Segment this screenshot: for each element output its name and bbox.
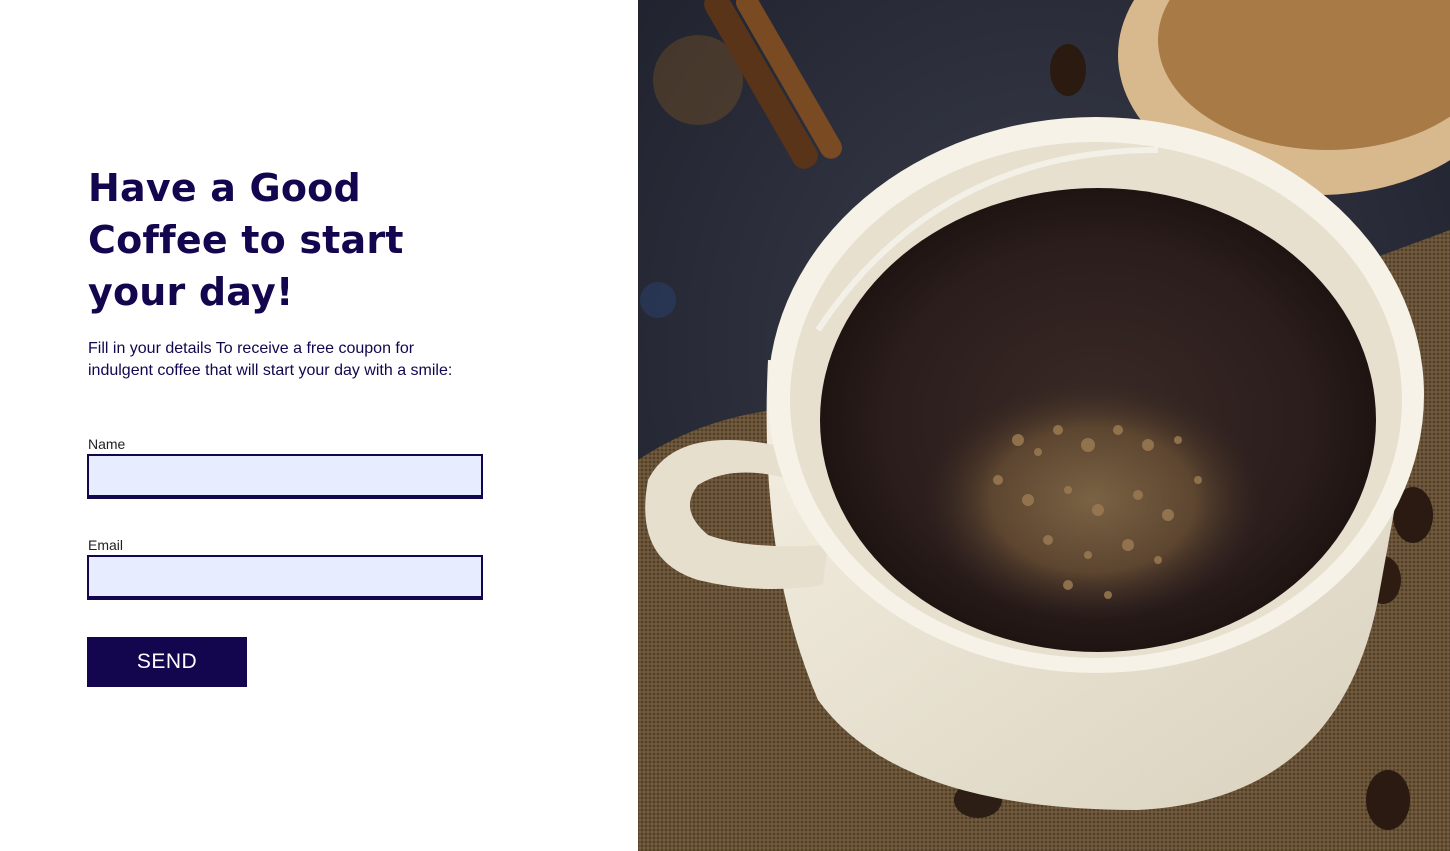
signup-panel: Have a Good Coffee to start your day! Fi… xyxy=(0,0,638,851)
page: Have a Good Coffee to start your day! Fi… xyxy=(0,0,1450,851)
page-title: Have a Good Coffee to start your day! xyxy=(88,166,404,314)
name-field[interactable] xyxy=(87,454,483,499)
page-subtitle: Fill in your details To receive a free c… xyxy=(88,340,453,379)
send-button[interactable]: SEND xyxy=(87,637,247,687)
email-label[interactable]: Email xyxy=(88,537,123,553)
email-field[interactable] xyxy=(87,555,483,600)
coffee-cup-photo xyxy=(638,0,1450,851)
name-label: Name xyxy=(88,436,126,452)
